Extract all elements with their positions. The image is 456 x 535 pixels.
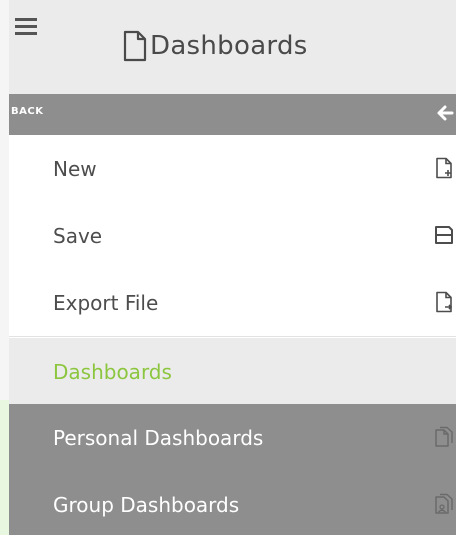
menu-item-label: New — [53, 157, 97, 181]
export-file-icon — [436, 291, 453, 313]
floppy-disk-icon — [435, 226, 453, 244]
menu-item-group-dashboards[interactable]: Group Dashboards — [9, 471, 456, 535]
menu-item-export-file[interactable]: Export File — [9, 269, 456, 337]
back-label: BACK — [11, 106, 44, 117]
menu-item-save[interactable]: Save — [9, 202, 456, 270]
menu-item-label: Group Dashboards — [53, 493, 240, 517]
menu-item-new[interactable]: New — [9, 135, 456, 203]
menu-item-label: Personal Dashboards — [53, 426, 264, 450]
hamburger-menu-icon[interactable] — [15, 18, 39, 38]
page-title: Dashboards — [150, 31, 308, 61]
section-label: Dashboards — [53, 360, 172, 384]
app-frame: Dashboards BACK New Save Export File Das… — [0, 0, 456, 535]
left-edge — [0, 0, 9, 535]
menu-title: Dashboards — [122, 26, 308, 66]
menu-item-personal-dashboards[interactable]: Personal Dashboards — [9, 404, 456, 472]
new-file-icon — [436, 157, 452, 179]
menu-item-label: Export File — [53, 291, 159, 315]
side-menu-panel: Dashboards BACK New Save Export File Das… — [9, 0, 456, 535]
arrow-left-icon — [437, 105, 454, 121]
menu-header: Dashboards — [9, 0, 456, 94]
menu-item-label: Save — [53, 224, 103, 248]
copy-files-icon — [435, 426, 453, 447]
section-header-dashboards: Dashboards — [9, 338, 456, 404]
group-files-icon — [435, 493, 453, 514]
back-button[interactable]: BACK — [9, 94, 456, 135]
left-edge-highlight — [0, 400, 9, 535]
document-icon — [123, 30, 147, 62]
